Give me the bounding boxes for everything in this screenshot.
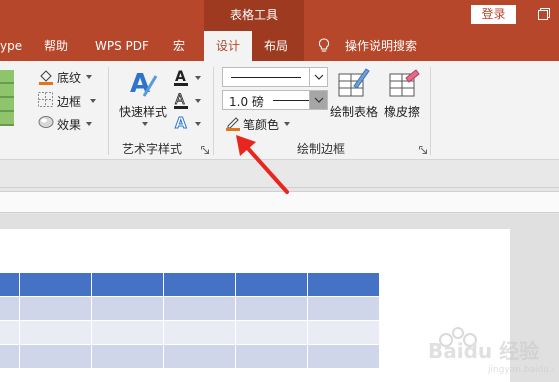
line-style-dropdown[interactable]: [309, 67, 328, 87]
line-weight-select[interactable]: 1.0 磅: [222, 90, 328, 110]
table-cell[interactable]: [20, 345, 92, 369]
chevron-down-icon: [195, 76, 201, 80]
table-cell[interactable]: [164, 297, 236, 321]
quick-styles-button[interactable]: 快速样式: [119, 103, 167, 120]
chevron-down-icon: [195, 122, 201, 126]
tab-layout[interactable]: 布局: [264, 31, 288, 61]
chevron-down-icon: [314, 74, 324, 80]
tab-design[interactable]: 设计: [204, 31, 252, 61]
chevron-down-icon: [86, 75, 92, 79]
table-cell[interactable]: [308, 297, 380, 321]
table-cell[interactable]: [92, 321, 164, 345]
table-cell[interactable]: [20, 297, 92, 321]
table-cell[interactable]: [20, 321, 92, 345]
table-cell[interactable]: [236, 273, 308, 297]
pen-color-icon: [226, 117, 240, 131]
lightbulb-icon: [318, 38, 330, 52]
table-cell[interactable]: [236, 297, 308, 321]
table-cell[interactable]: [0, 345, 20, 369]
text-fill-icon[interactable]: A: [173, 68, 189, 86]
effects-icon: [38, 116, 54, 128]
annotation-arrow-icon: [236, 135, 289, 194]
table-cell[interactable]: [308, 273, 380, 297]
quick-styles-icon: A: [130, 69, 158, 99]
line-style-select[interactable]: [222, 67, 328, 87]
pen-color-button[interactable]: 笔颜色: [243, 116, 279, 133]
svg-text:A: A: [130, 69, 150, 99]
borders-button[interactable]: 边框: [57, 93, 81, 110]
tab-wps-pdf[interactable]: WPS PDF: [95, 31, 149, 61]
chevron-down-icon: [86, 122, 92, 126]
table-cell[interactable]: [20, 273, 92, 297]
ribbon-divider: [108, 67, 109, 155]
effects-button[interactable]: 效果: [57, 116, 81, 133]
svg-text:A: A: [175, 114, 187, 130]
table-cell[interactable]: [236, 321, 308, 345]
tab-macro[interactable]: 宏: [173, 31, 185, 61]
paint-bucket-icon: [39, 70, 53, 85]
eraser-icon: [389, 69, 420, 97]
tab-help[interactable]: 帮助: [44, 31, 68, 61]
borders-icon: [38, 92, 53, 107]
table-cell[interactable]: [92, 273, 164, 297]
dialog-launcher-icon[interactable]: [419, 146, 427, 154]
ribbon-divider: [213, 67, 214, 155]
table-cell[interactable]: [0, 297, 20, 321]
watermark-url: jingyan.baidu.com: [487, 365, 553, 375]
table-cell[interactable]: [164, 273, 236, 297]
draw-table-button[interactable]: 绘制表格: [330, 103, 378, 120]
restore-window-icon[interactable]: [538, 8, 550, 20]
svg-text:A: A: [175, 92, 185, 108]
text-outline-icon[interactable]: A: [173, 91, 189, 109]
chevron-down-icon: [195, 99, 201, 103]
table-cell[interactable]: [164, 321, 236, 345]
text-effects-icon[interactable]: A: [173, 114, 189, 130]
login-button[interactable]: 登录: [471, 5, 516, 24]
draw-borders-group-label: 绘制边框: [297, 142, 346, 156]
context-group-table-tools: 表格工具: [204, 0, 304, 31]
table-cell[interactable]: [92, 297, 164, 321]
wordart-styles-group-label: 艺术字样式: [122, 142, 183, 156]
line-weight-value: 1.0 磅: [229, 95, 264, 109]
baidu-jingyan-watermark: Baidu 经验 jingyan.baidu.com: [428, 327, 553, 375]
line-weight-dropdown[interactable]: [309, 90, 328, 110]
watermark-text: Baidu 经验: [428, 339, 539, 363]
ribbon-divider: [430, 67, 431, 155]
line-style-preview: [231, 77, 301, 78]
shading-button[interactable]: 底纹: [57, 69, 81, 86]
chevron-down-icon: [314, 97, 324, 103]
table-cell[interactable]: [308, 321, 380, 345]
table-cell[interactable]: [92, 345, 164, 369]
table-cell[interactable]: [0, 273, 20, 297]
draw-table-icon: [338, 68, 370, 97]
table-cell[interactable]: [164, 345, 236, 369]
table-cell[interactable]: [236, 345, 308, 369]
table-cell[interactable]: [308, 345, 380, 369]
line-weight-preview: [273, 100, 309, 101]
tell-me-search[interactable]: 操作说明搜索: [345, 31, 417, 61]
chevron-down-icon: [142, 122, 148, 126]
chevron-down-icon: [284, 122, 290, 126]
eraser-button[interactable]: 橡皮擦: [384, 103, 420, 120]
dialog-launcher-icon[interactable]: [201, 146, 209, 154]
svg-text:A: A: [175, 69, 186, 85]
table-style-swatch[interactable]: [0, 70, 14, 126]
tab-type[interactable]: ype: [0, 31, 22, 61]
chevron-down-icon: [90, 99, 96, 103]
table-cell[interactable]: [0, 321, 20, 345]
